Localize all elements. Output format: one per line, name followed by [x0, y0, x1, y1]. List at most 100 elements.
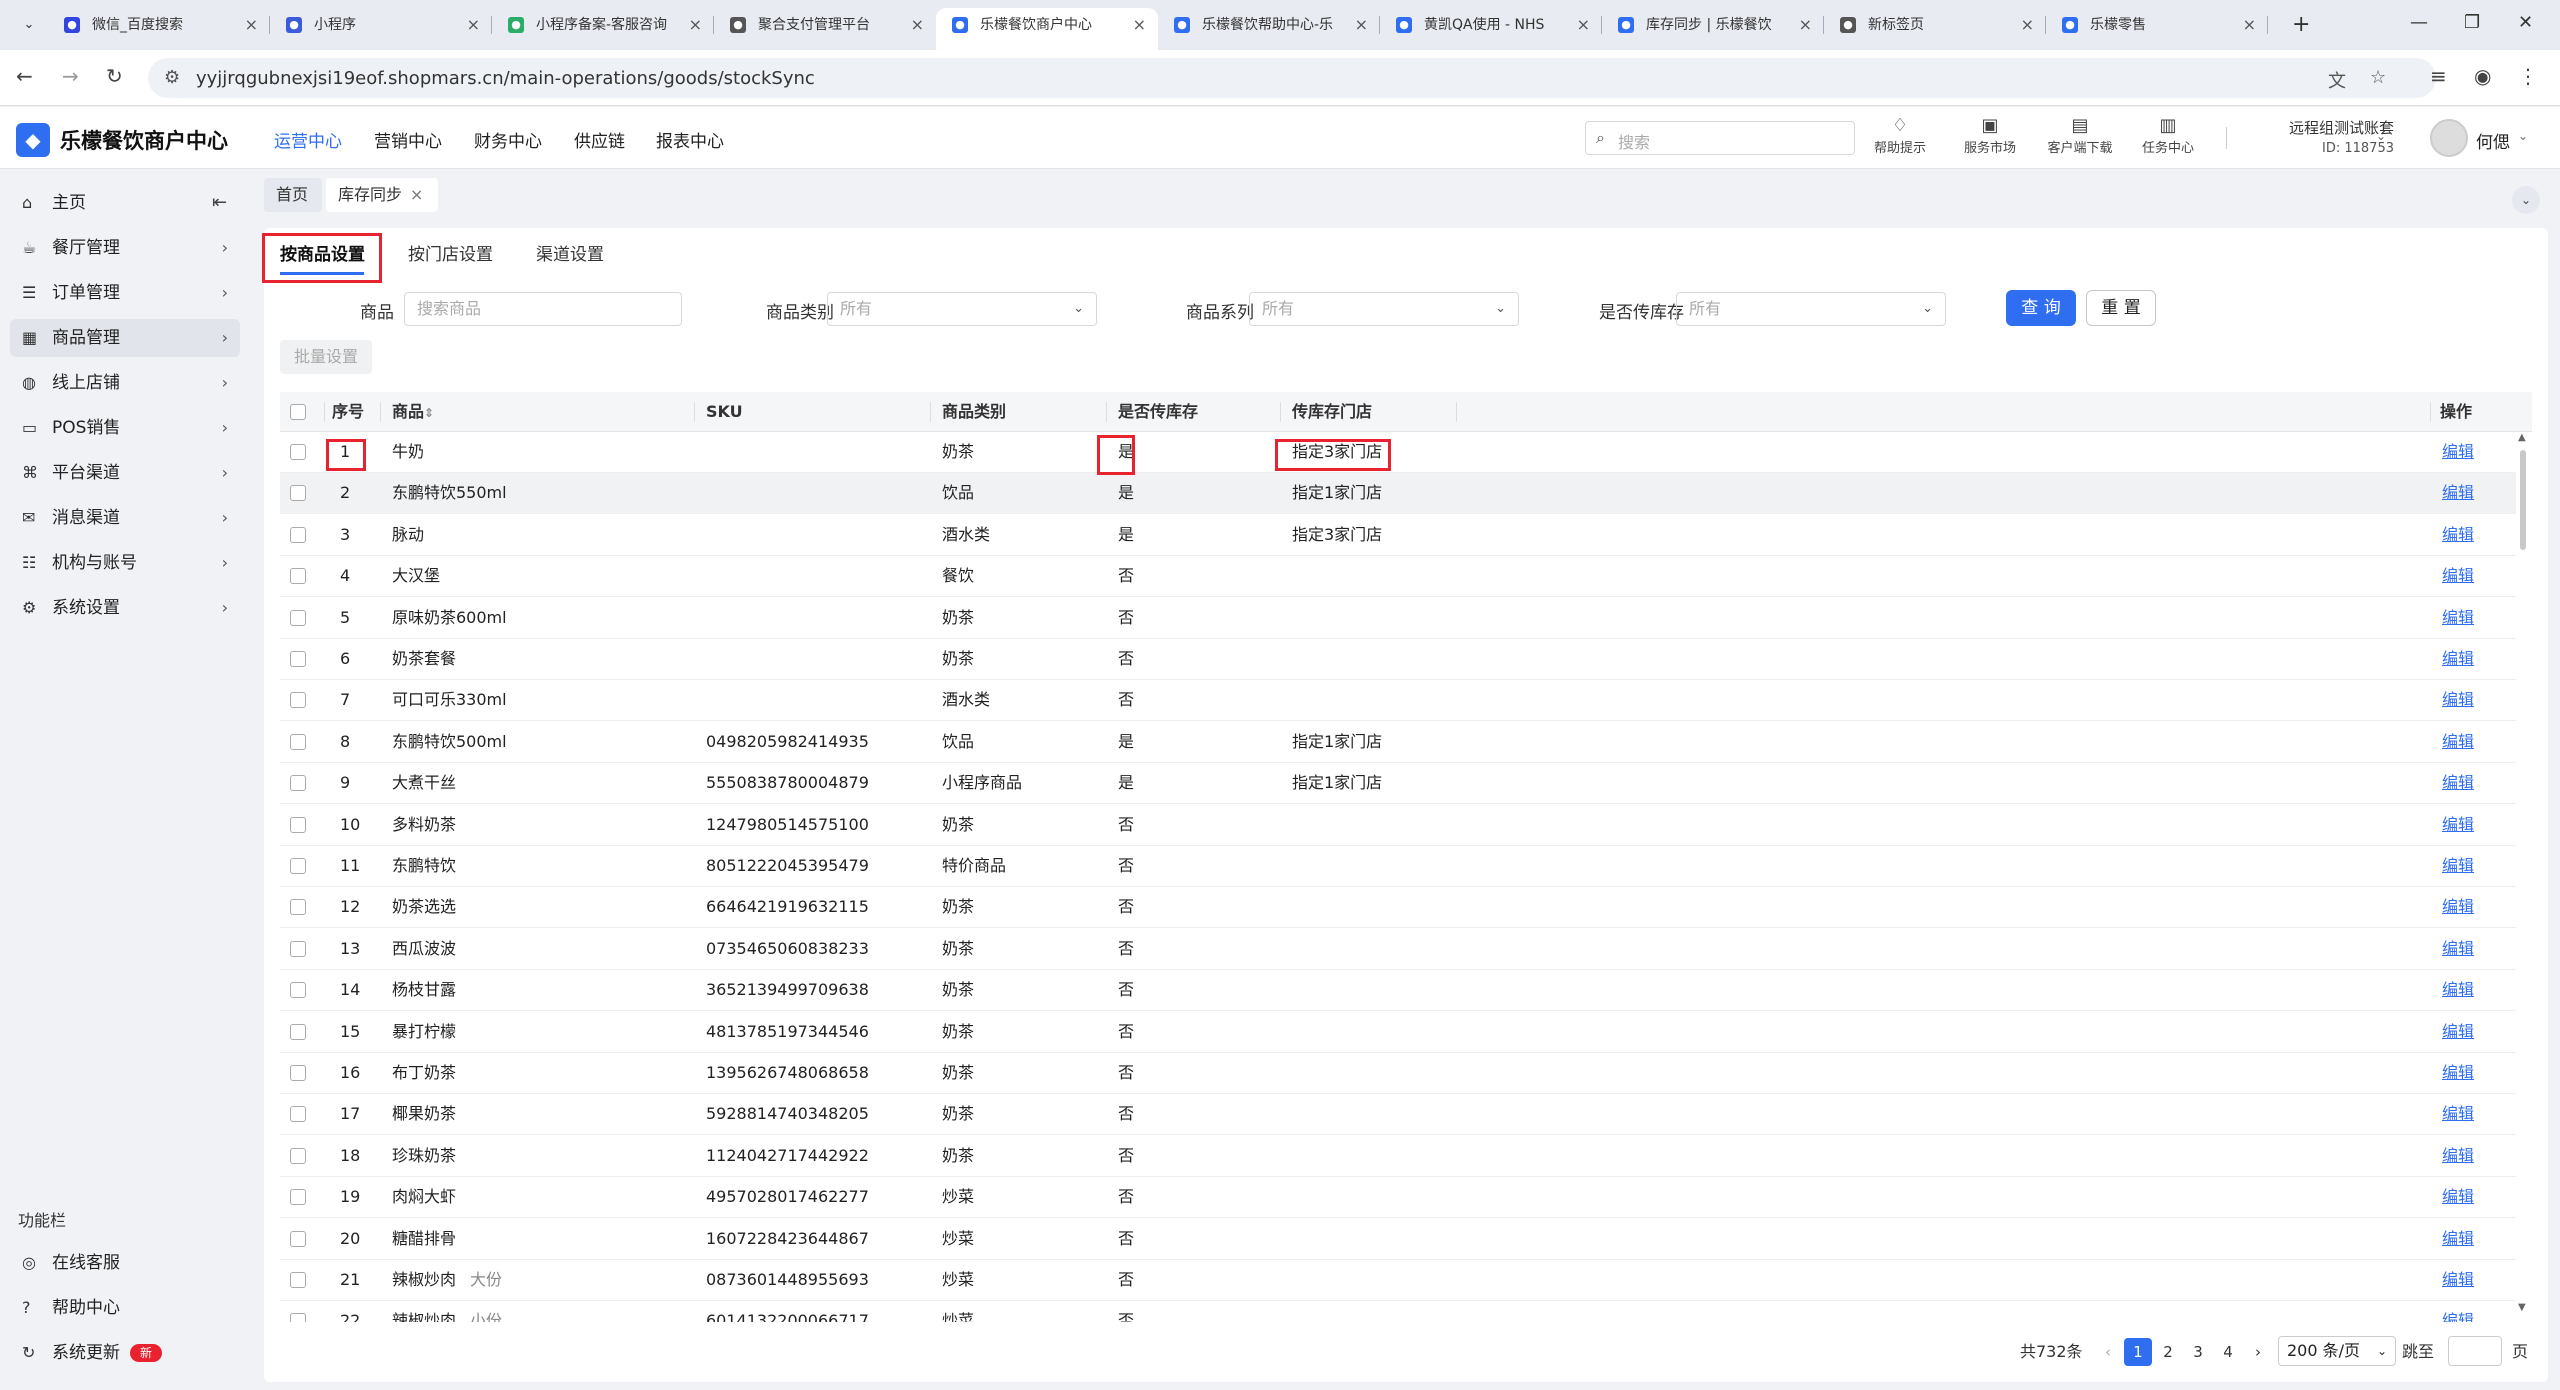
tab-by-store[interactable]: 按门店设置 [408, 240, 493, 265]
edit-link[interactable]: 编辑 [2442, 556, 2474, 596]
edit-link[interactable]: 编辑 [2442, 639, 2474, 679]
window-close-icon[interactable]: ✕ [2518, 12, 2533, 33]
select-all-checkbox[interactable] [290, 404, 306, 420]
row-checkbox[interactable] [290, 1023, 306, 1040]
service-market-button[interactable]: ▣ 服务市场 [1950, 115, 2030, 156]
row-checkbox[interactable] [290, 1065, 306, 1081]
sidebar-item-9[interactable]: ⚙ 系统设置 › [10, 589, 240, 627]
chevron-down-icon[interactable]: ⌄ [2518, 129, 2528, 143]
profile-icon[interactable]: ◉ [2474, 64, 2491, 88]
table-row[interactable]: 8 东鹏特饮500ml 0498205982414935 饮品 是 指定1家门店 编辑 [280, 722, 2516, 763]
sidebar-item-system-update[interactable]: ↻ 系统更新新 [10, 1334, 240, 1372]
help-tips-button[interactable]: ♢ 帮助提示 [1860, 115, 1940, 156]
sidebar-item-1[interactable]: ☕ 餐厅管理 › [10, 229, 240, 267]
page-3[interactable]: 3 [2184, 1338, 2212, 1366]
new-tab-plus-icon[interactable]: + [2292, 8, 2310, 42]
back-arrow-icon[interactable]: ← [16, 64, 33, 88]
tab-search-chevron-icon[interactable]: ⌄ [18, 14, 40, 36]
nav-reports[interactable]: 报表中心 [656, 127, 724, 152]
row-checkbox[interactable] [290, 651, 306, 667]
sidebar-item-3[interactable]: ▦ 商品管理 › [10, 319, 240, 357]
edit-link[interactable]: 编辑 [2442, 515, 2474, 555]
col-product[interactable]: 商品⇕ [392, 392, 434, 433]
breadcrumb-current-tab[interactable]: 库存同步 × [326, 178, 438, 212]
avatar[interactable] [2430, 119, 2468, 157]
edit-link[interactable]: 编辑 [2442, 598, 2474, 638]
sidebar-item-online-service[interactable]: ◎ 在线客服 [10, 1244, 240, 1282]
edit-link[interactable]: 编辑 [2442, 929, 2474, 969]
edit-link[interactable]: 编辑 [2442, 1136, 2474, 1176]
table-row[interactable]: 12 奶茶选选 6646421919632115 奶茶 否 编辑 [280, 887, 2516, 929]
scroll-down-icon[interactable]: ▼ [2518, 1302, 2526, 1313]
sidebar-item-8[interactable]: ☷ 机构与账号 › [10, 544, 240, 582]
client-download-button[interactable]: ▤ 客户端下载 [2040, 115, 2120, 156]
table-row[interactable]: 6 奶茶套餐 奶茶 否 编辑 [280, 639, 2516, 680]
task-center-button[interactable]: ▥ 任务中心 [2128, 115, 2208, 156]
sidebar-item-help-center[interactable]: ? 帮助中心 [10, 1289, 240, 1327]
browser-tab[interactable]: ● 小程序 × [270, 8, 492, 42]
nav-finance[interactable]: 财务中心 [474, 127, 542, 152]
edit-link[interactable]: 编辑 [2442, 1012, 2474, 1052]
browser-tab[interactable]: ● 乐檬餐饮商户中心 × [936, 8, 1158, 50]
tab-close-icon[interactable]: × [2243, 8, 2256, 42]
table-row[interactable]: 14 杨枝甘露 3652139499709638 奶茶 否 编辑 [280, 970, 2516, 1012]
tabs-chevron-down-icon[interactable]: ⌄ [2512, 186, 2540, 214]
sort-icon[interactable]: ⇕ [424, 406, 434, 420]
browser-tab[interactable]: ● 微信_百度搜索 × [48, 8, 270, 42]
edit-link[interactable]: 编辑 [2442, 473, 2474, 513]
query-button[interactable]: 查 询 [2006, 290, 2076, 326]
scroll-up-icon[interactable]: ▲ [2518, 432, 2526, 443]
edit-link[interactable]: 编辑 [2442, 1177, 2474, 1217]
product-search-input[interactable]: 搜索商品 [404, 292, 682, 326]
user-name[interactable]: 何偲 [2476, 128, 2510, 153]
browser-tab[interactable]: ● 黄凯QA使用 - NHS × [1380, 8, 1602, 42]
breadcrumb-home-tab[interactable]: 首页 [264, 178, 322, 212]
page-1[interactable]: 1 [2124, 1338, 2152, 1366]
reset-button[interactable]: 重 置 [2086, 290, 2156, 326]
table-row[interactable]: 20 糖醋排骨 1607228423644867 炒菜 否 编辑 [280, 1219, 2516, 1260]
tab-close-icon[interactable]: × [1133, 8, 1146, 42]
collapse-sidebar-icon[interactable]: ⇤ [212, 192, 227, 213]
edit-link[interactable]: 编辑 [2442, 805, 2474, 845]
browser-tab[interactable]: ● 库存同步 | 乐檬餐饮 × [1602, 8, 1824, 42]
forward-arrow-icon[interactable]: → [62, 64, 79, 88]
next-page-icon[interactable]: › [2244, 1338, 2272, 1366]
row-checkbox[interactable] [290, 816, 306, 833]
table-row[interactable]: 18 珍珠奶茶 1124042717442922 奶茶 否 编辑 [280, 1136, 2516, 1177]
edit-link[interactable]: 编辑 [2442, 1053, 2474, 1093]
url-field[interactable]: ⚙ yyjjrqgubnexjsi19eof.shopmars.cn/main-… [148, 58, 2436, 98]
row-checkbox[interactable] [290, 733, 306, 750]
sync-select[interactable]: 所有 ⌄ [1676, 292, 1946, 326]
tab-close-icon[interactable]: × [467, 8, 480, 42]
table-row[interactable]: 4 大汉堡 餐饮 否 编辑 [280, 556, 2516, 598]
row-checkbox[interactable] [290, 1189, 306, 1206]
row-checkbox[interactable] [290, 982, 306, 999]
page-size-select[interactable]: 200 条/页 ⌄ [2278, 1336, 2396, 1366]
series-select[interactable]: 所有 ⌄ [1249, 292, 1519, 326]
edit-link[interactable]: 编辑 [2442, 722, 2474, 762]
browser-tab[interactable]: ● 乐檬零售 × [2046, 8, 2268, 42]
edit-link[interactable]: 编辑 [2442, 1219, 2474, 1259]
nav-marketing[interactable]: 营销中心 [374, 127, 442, 152]
table-row[interactable]: 22 辣椒炒肉 小份 6014132200066717 炒菜 否 编辑 [280, 1301, 2516, 1322]
account-switcher[interactable]: 远程组测试账套 ID: 118753 [2254, 117, 2394, 156]
edit-link[interactable]: 编辑 [2442, 846, 2474, 886]
row-checkbox[interactable] [290, 940, 306, 957]
row-checkbox[interactable] [290, 1147, 306, 1164]
jump-page-input[interactable] [2448, 1336, 2502, 1366]
tab-close-icon[interactable]: × [1577, 8, 1590, 42]
minimize-icon[interactable]: — [2410, 12, 2428, 33]
browser-tab[interactable]: ● 新标签页 × [1824, 8, 2046, 42]
page-2[interactable]: 2 [2154, 1338, 2182, 1366]
row-checkbox[interactable] [290, 692, 306, 709]
table-row[interactable]: 17 椰果奶茶 5928814740348205 奶茶 否 编辑 [280, 1094, 2516, 1136]
table-row[interactable]: 13 西瓜波波 0735465060838233 奶茶 否 编辑 [280, 929, 2516, 970]
sidebar-item-4[interactable]: ◍ 线上店铺 › [10, 364, 240, 402]
table-row[interactable]: 10 多料奶茶 1247980514575100 奶茶 否 编辑 [280, 805, 2516, 846]
page-4[interactable]: 4 [2214, 1338, 2242, 1366]
table-scrollbar[interactable] [2520, 450, 2526, 550]
row-checkbox[interactable] [290, 899, 306, 916]
browser-menu-icon[interactable]: ⋮ [2518, 64, 2538, 88]
media-control-icon[interactable]: ≡ [2430, 64, 2447, 88]
table-row[interactable]: 7 可口可乐330ml 酒水类 否 编辑 [280, 680, 2516, 722]
